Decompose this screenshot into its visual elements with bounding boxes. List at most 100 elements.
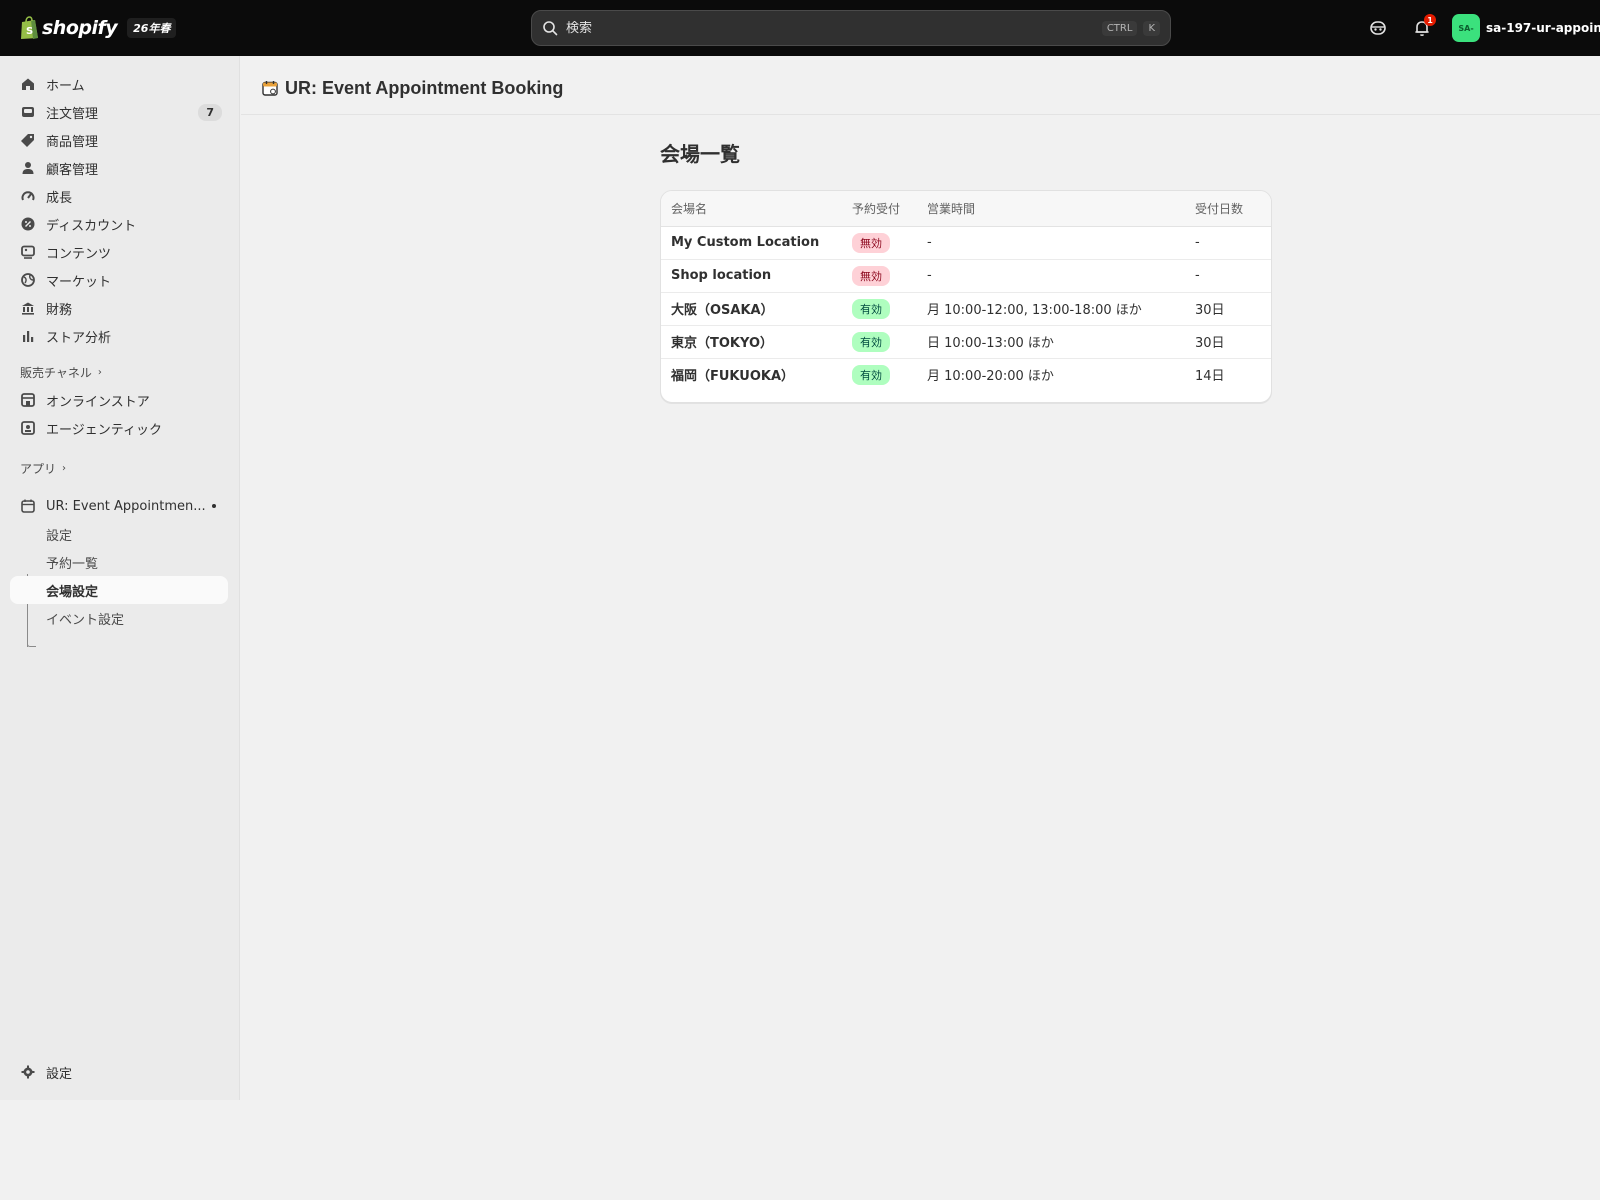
sidebar-item-label: ストア分析 xyxy=(46,330,112,346)
globe-icon xyxy=(20,272,36,288)
sidebar-subitem-event-settings[interactable]: イベント設定 xyxy=(10,604,228,632)
user-menu[interactable]: SA- sa-197-ur-appointm xyxy=(1452,14,1600,42)
status-cell: 有効 xyxy=(842,292,917,326)
sidebar-item-app[interactable]: UR: Event Appointmen... xyxy=(10,492,228,520)
venue-name: 大阪（OSAKA） xyxy=(661,292,842,326)
business-hours: - xyxy=(917,226,1185,260)
sidebar-item-label: 財務 xyxy=(46,302,73,318)
orders-count-badge: 7 xyxy=(198,103,222,121)
column-header-venue-name: 会場名 xyxy=(661,191,842,227)
sidebar-item-home[interactable]: ホーム xyxy=(10,70,228,98)
shopify-logo[interactable]: S shopify 26年春 xyxy=(20,14,177,42)
sidebar-item-label: イベント設定 xyxy=(46,612,125,628)
store-icon xyxy=(20,392,36,408)
sidebar: ホーム 注文管理 7 商品管理 顧客管理 成長 ディスカウント コンテンツ マー… xyxy=(0,56,240,1100)
page-title: UR: Event Appointment Booking xyxy=(285,77,564,98)
table-row[interactable]: 大阪（OSAKA） 有効 月 10:00-12:00, 13:00-18:00 … xyxy=(661,292,1271,326)
discount-icon xyxy=(20,216,36,232)
sidebar-item-markets[interactable]: マーケット xyxy=(10,266,228,294)
table-row[interactable]: 福岡（FUKUOKA） 有効 月 10:00-20:00 ほか 14日 xyxy=(661,358,1271,391)
chevron-right-icon: › xyxy=(97,367,102,378)
edition-badge: 26年春 xyxy=(127,18,177,38)
sidebar-item-label: 予約一覧 xyxy=(46,556,99,572)
sidebar-item-online-store[interactable]: オンラインストア xyxy=(10,386,228,414)
gauge-icon xyxy=(20,188,36,204)
status-badge: 有効 xyxy=(852,364,890,385)
business-hours: 日 10:00-13:00 ほか xyxy=(917,325,1185,359)
section-heading: 会場一覧 xyxy=(660,142,740,166)
sidebar-item-discounts[interactable]: ディスカウント xyxy=(10,210,228,238)
search-icon xyxy=(543,21,558,36)
inbox-icon xyxy=(20,104,36,120)
sidebar-item-label: 商品管理 xyxy=(46,134,99,150)
acceptance-days: 30日 xyxy=(1185,325,1271,359)
table-row[interactable]: 東京（TOKYO） 有効 日 10:00-13:00 ほか 30日 xyxy=(661,325,1271,359)
venue-name: 福岡（FUKUOKA） xyxy=(671,369,795,385)
apps-heading[interactable]: アプリ › xyxy=(20,460,66,477)
top-bar: S shopify 26年春 CTRL K 1 SA- sa-197-ur-ap… xyxy=(0,0,1600,56)
avatar: SA- xyxy=(1452,14,1480,42)
sidebar-item-label: エージェンティック xyxy=(46,422,162,438)
store-name: sa-197-ur-appointm xyxy=(1486,21,1600,35)
sidebar-item-customers[interactable]: 顧客管理 xyxy=(10,154,228,182)
sidebar-item-analytics[interactable]: ストア分析 xyxy=(10,322,228,350)
sidekick-icon xyxy=(1370,21,1386,35)
sidebar-item-products[interactable]: 商品管理 xyxy=(10,126,228,154)
sidebar-subitem-settings[interactable]: 設定 xyxy=(10,520,228,548)
notification-count-badge: 1 xyxy=(1424,14,1436,26)
venue-table-card: 会場名 予約受付 営業時間 受付日数 My Custom Location 無効… xyxy=(660,190,1272,403)
search-input[interactable] xyxy=(566,20,1096,36)
status-cell: 無効 xyxy=(842,226,917,260)
status-cell: 有効 xyxy=(842,325,917,359)
pin-dot xyxy=(212,504,216,508)
home-icon xyxy=(20,76,36,92)
venue-table: 会場名 予約受付 営業時間 受付日数 My Custom Location 無効… xyxy=(661,191,1271,391)
sidebar-item-label: 設定 xyxy=(46,1066,73,1082)
tree-elbow xyxy=(27,639,36,647)
sales-channels-heading[interactable]: 販売チャネル › xyxy=(20,364,102,381)
header-divider xyxy=(241,114,1600,115)
status-cell: 無効 xyxy=(842,259,917,293)
sidebar-item-orders[interactable]: 注文管理 7 xyxy=(10,98,228,126)
status-badge: 有効 xyxy=(852,298,890,319)
sidebar-item-label: 成長 xyxy=(46,190,73,206)
sidebar-item-settings[interactable]: 設定 xyxy=(10,1058,228,1086)
tag-icon xyxy=(20,132,36,148)
table-row[interactable]: Shop location 無効 - - xyxy=(661,259,1271,293)
notifications-button[interactable]: 1 xyxy=(1410,14,1436,40)
sidebar-item-agentic[interactable]: エージェンティック xyxy=(10,414,228,442)
sidebar-item-finance[interactable]: 財務 xyxy=(10,294,228,322)
venue-name: Shop location xyxy=(661,259,842,293)
venue-name: My Custom Location xyxy=(661,226,842,260)
sidebar-item-label: 設定 xyxy=(46,528,73,544)
search-bar[interactable]: CTRL K xyxy=(531,10,1171,46)
sidebar-subitem-reservations[interactable]: 予約一覧 xyxy=(10,548,228,576)
sidebar-item-label: UR: Event Appointmen... xyxy=(46,498,206,514)
business-hours: - xyxy=(917,259,1185,293)
sidekick-button[interactable] xyxy=(1366,16,1390,40)
calendar-icon xyxy=(262,81,278,96)
sidebar-item-growth[interactable]: 成長 xyxy=(10,182,228,210)
sidebar-item-label: 会場設定 xyxy=(46,584,99,600)
bank-icon xyxy=(20,300,36,316)
acceptance-days: - xyxy=(1185,259,1271,293)
table-header-row: 会場名 予約受付 営業時間 受付日数 xyxy=(661,191,1271,227)
sidebar-item-label: 注文管理 xyxy=(46,106,99,122)
shortcut-ctrl: CTRL xyxy=(1101,20,1138,36)
logo-text: shopify xyxy=(42,17,118,39)
table-row[interactable]: My Custom Location 無効 - - xyxy=(661,226,1271,260)
business-hours: 月 10:00-20:00 ほか xyxy=(927,369,1054,385)
column-header-booking-acceptance: 予約受付 xyxy=(842,191,917,227)
sidebar-item-label: ホーム xyxy=(46,78,85,94)
business-hours: 月 10:00-12:00, 13:00-18:00 ほか xyxy=(917,292,1185,326)
chevron-right-icon: › xyxy=(62,463,67,474)
sidebar-item-label: オンラインストア xyxy=(46,394,150,410)
calendar-icon xyxy=(20,498,36,514)
gear-icon xyxy=(20,1064,36,1080)
section-title-label: アプリ xyxy=(20,462,57,476)
svg-text:S: S xyxy=(26,26,33,37)
status-badge: 無効 xyxy=(852,265,890,286)
sidebar-item-content[interactable]: コンテンツ xyxy=(10,238,228,266)
sidebar-subitem-venue-settings[interactable]: 会場設定 xyxy=(10,576,228,604)
agent-icon xyxy=(20,420,36,436)
